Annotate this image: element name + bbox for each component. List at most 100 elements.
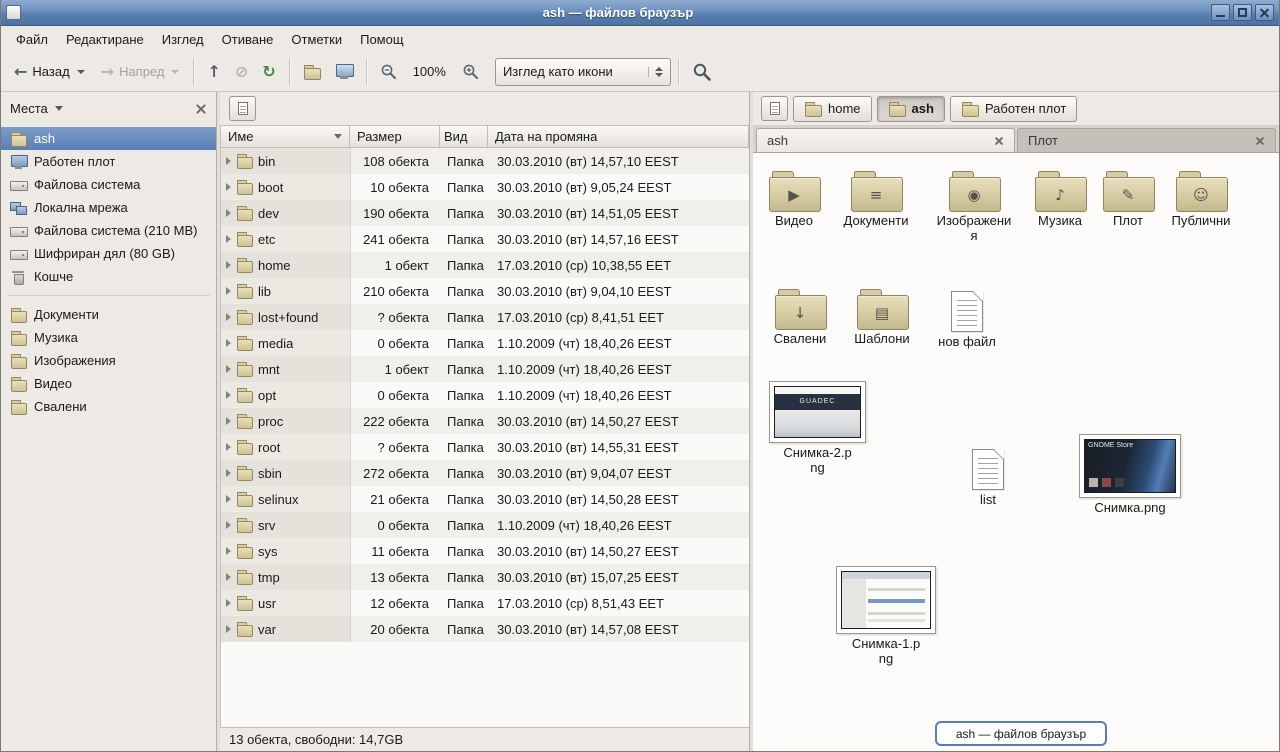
zoom-in-button[interactable] bbox=[456, 58, 485, 85]
menu-item[interactable]: Файл bbox=[7, 28, 57, 51]
back-button[interactable]: ← Назад bbox=[7, 59, 92, 85]
table-row[interactable]: root ? обекта Папка 30.03.2010 (вт) 14,5… bbox=[221, 434, 749, 460]
sidebar-item[interactable]: Видео bbox=[1, 372, 216, 395]
expander-icon[interactable] bbox=[226, 313, 231, 321]
menu-item[interactable]: Отметки bbox=[282, 28, 351, 51]
table-row[interactable]: selinux 21 обекта Папка 30.03.2010 (вт) … bbox=[221, 486, 749, 512]
sidebar-item[interactable]: Свалени bbox=[1, 395, 216, 418]
expander-icon[interactable] bbox=[226, 547, 231, 555]
combo-spinner-icon[interactable] bbox=[648, 67, 663, 77]
icon-view-item-documents[interactable]: ≡ Документи bbox=[836, 171, 916, 229]
table-row[interactable]: lib 210 обекта Папка 30.03.2010 (вт) 9,0… bbox=[221, 278, 749, 304]
sidebar-item[interactable]: Локална мрежа bbox=[1, 196, 216, 219]
icon-view-item-snimka2[interactable]: GUADEC Снимка-2.png bbox=[768, 381, 867, 476]
icon-view-item-downloads[interactable]: ↓ Свалени bbox=[760, 289, 840, 347]
expander-icon[interactable] bbox=[226, 183, 231, 191]
table-row[interactable]: mnt 1 обект Папка 1.10.2009 (чт) 18,40,2… bbox=[221, 356, 749, 382]
minimize-button[interactable] bbox=[1211, 4, 1230, 21]
expander-icon[interactable] bbox=[226, 469, 231, 477]
sidebar-item[interactable]: Файлова система bbox=[1, 173, 216, 196]
taskbar-window-button[interactable]: ash — файлов браузър bbox=[935, 721, 1107, 746]
table-row[interactable]: opt 0 обекта Папка 1.10.2009 (чт) 18,40,… bbox=[221, 382, 749, 408]
icon-view-item-desktop[interactable]: ✎ Плот bbox=[1088, 171, 1168, 229]
sidebar-item[interactable]: Шифриран дял (80 GB) bbox=[1, 242, 216, 265]
expander-icon[interactable] bbox=[226, 157, 231, 165]
expander-icon[interactable] bbox=[226, 573, 231, 581]
expander-icon[interactable] bbox=[226, 261, 231, 269]
tab[interactable]: Плот bbox=[1017, 128, 1276, 152]
table-row[interactable]: lost+found ? обекта Папка 17.03.2010 (ср… bbox=[221, 304, 749, 330]
expander-icon[interactable] bbox=[226, 625, 231, 633]
search-button[interactable] bbox=[686, 57, 718, 87]
expander-icon[interactable] bbox=[226, 339, 231, 347]
sidebar-item[interactable]: Файлова система (210 MB) bbox=[1, 219, 216, 242]
sidebar-item[interactable]: Работен плот bbox=[1, 150, 216, 173]
table-row[interactable]: media 0 обекта Папка 1.10.2009 (чт) 18,4… bbox=[221, 330, 749, 356]
sidebar-item[interactable]: Документи bbox=[1, 303, 216, 326]
forward-button[interactable]: → Напред bbox=[94, 59, 187, 85]
sidebar-item[interactable]: Музика bbox=[1, 326, 216, 349]
view-mode-select[interactable]: Изглед като икони bbox=[495, 58, 671, 86]
table-row[interactable]: etc 241 обекта Папка 30.03.2010 (вт) 14,… bbox=[221, 226, 749, 252]
tab-close-icon[interactable] bbox=[1255, 136, 1265, 146]
expander-icon[interactable] bbox=[226, 235, 231, 243]
path-button[interactable]: Работен плот bbox=[950, 96, 1077, 122]
chevron-down-icon[interactable] bbox=[55, 106, 63, 111]
icon-view-item-public[interactable]: ☺ Публични bbox=[1161, 171, 1241, 229]
table-row[interactable]: sbin 272 обекта Папка 30.03.2010 (вт) 9,… bbox=[221, 460, 749, 486]
column-header-size[interactable]: Размер bbox=[350, 125, 440, 148]
expander-icon[interactable] bbox=[226, 287, 231, 295]
table-row[interactable]: proc 222 обекта Папка 30.03.2010 (вт) 14… bbox=[221, 408, 749, 434]
toggle-location-bar-button[interactable] bbox=[761, 96, 788, 121]
reload-button[interactable]: ↻ bbox=[256, 59, 281, 85]
computer-button[interactable] bbox=[329, 59, 359, 84]
expander-icon[interactable] bbox=[226, 443, 231, 451]
icon-view-item-snimka[interactable]: GNOME Store Снимка.png bbox=[1078, 434, 1182, 516]
expander-icon[interactable] bbox=[226, 495, 231, 503]
sidebar-item[interactable]: Кошче bbox=[1, 265, 216, 288]
table-row[interactable]: tmp 13 обекта Папка 30.03.2010 (вт) 15,0… bbox=[221, 564, 749, 590]
table-row[interactable]: srv 0 обекта Папка 1.10.2009 (чт) 18,40,… bbox=[221, 512, 749, 538]
chevron-down-icon[interactable] bbox=[171, 70, 179, 74]
expander-icon[interactable] bbox=[226, 599, 231, 607]
column-header-type[interactable]: Вид bbox=[440, 125, 488, 148]
column-header-name[interactable]: Име bbox=[220, 125, 350, 148]
toggle-location-bar-button[interactable] bbox=[229, 96, 256, 121]
icon-view-item-templates[interactable]: ▤ Шаблони bbox=[842, 289, 922, 347]
sidebar-item[interactable]: ash bbox=[1, 127, 216, 150]
zoom-out-button[interactable] bbox=[374, 58, 403, 85]
sidebar-close-icon[interactable] bbox=[195, 103, 207, 115]
stop-button[interactable]: ⊘ bbox=[229, 59, 254, 85]
table-row[interactable]: home 1 обект Папка 17.03.2010 (ср) 10,38… bbox=[221, 252, 749, 278]
tab[interactable]: ash bbox=[756, 128, 1015, 152]
icon-view[interactable]: ▶ Видео ≡ Документи ◉ Изображения ♪ Музи… bbox=[753, 153, 1279, 751]
expander-icon[interactable] bbox=[226, 417, 231, 425]
expander-icon[interactable] bbox=[226, 521, 231, 529]
table-row[interactable]: sys 11 обекта Папка 30.03.2010 (вт) 14,5… bbox=[221, 538, 749, 564]
table-row[interactable]: bin 108 обекта Папка 30.03.2010 (вт) 14,… bbox=[221, 148, 749, 174]
close-button[interactable] bbox=[1255, 4, 1274, 21]
menu-item[interactable]: Изглед bbox=[153, 28, 213, 51]
path-button[interactable]: ash bbox=[877, 96, 945, 122]
path-button[interactable]: home bbox=[793, 96, 872, 122]
table-row[interactable]: usr 12 обекта Папка 17.03.2010 (ср) 8,51… bbox=[221, 590, 749, 616]
up-button[interactable]: ↑ bbox=[201, 59, 226, 85]
menu-item[interactable]: Редактиране bbox=[57, 28, 153, 51]
expander-icon[interactable] bbox=[226, 209, 231, 217]
menu-item[interactable]: Помощ bbox=[351, 28, 412, 51]
titlebar[interactable]: ash — файлов браузър bbox=[1, 0, 1279, 26]
icon-view-item-new-file[interactable]: нов файл bbox=[927, 291, 1007, 350]
icon-view-item-pictures[interactable]: ◉ Изображения bbox=[934, 171, 1014, 244]
icon-view-item-list[interactable]: list bbox=[948, 449, 1028, 508]
table-row[interactable]: var 20 обекта Папка 30.03.2010 (вт) 14,5… bbox=[221, 616, 749, 642]
tab-close-icon[interactable] bbox=[994, 136, 1004, 146]
expander-icon[interactable] bbox=[226, 365, 231, 373]
column-header-date[interactable]: Дата на промяна bbox=[488, 125, 749, 148]
icon-view-item-snimka1[interactable]: Снимка-1.png bbox=[836, 566, 936, 667]
icon-view-item-video[interactable]: ▶ Видео bbox=[754, 171, 834, 229]
home-button[interactable] bbox=[297, 60, 327, 84]
chevron-down-icon[interactable] bbox=[77, 70, 85, 74]
expander-icon[interactable] bbox=[226, 391, 231, 399]
maximize-button[interactable] bbox=[1233, 4, 1252, 21]
table-row[interactable]: dev 190 обекта Папка 30.03.2010 (вт) 14,… bbox=[221, 200, 749, 226]
